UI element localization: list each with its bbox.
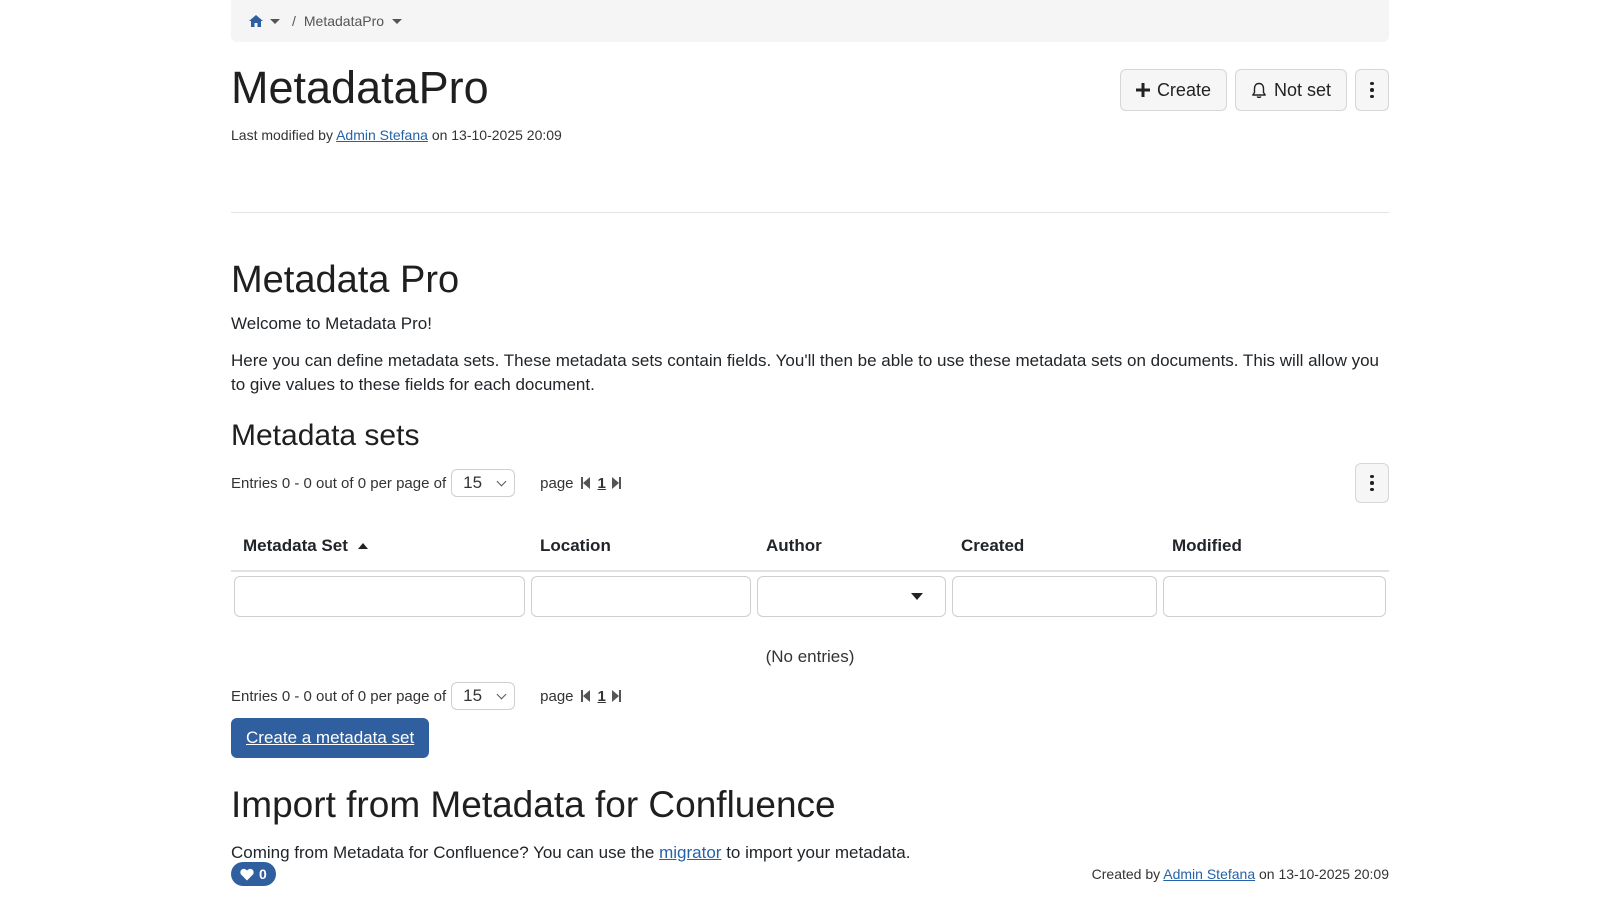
import-text-after: to import your metadata. (726, 843, 911, 862)
chevron-down-icon (270, 18, 280, 24)
entries-text: Entries 0 - 0 out of 0 per page of (231, 687, 447, 705)
breadcrumb-separator: / (292, 13, 296, 29)
column-header-modified[interactable]: Modified (1160, 536, 1389, 556)
column-header-location[interactable]: Location (528, 536, 754, 556)
created-by: Created by Admin Stefana on 13-10-2025 2… (1092, 866, 1389, 882)
column-header-author[interactable]: Author (754, 536, 949, 556)
page-number-link[interactable]: 1 (598, 688, 606, 705)
pager-bottom: Entries 0 - 0 out of 0 per page of 15 pa… (231, 679, 1389, 713)
per-page-value: 15 (463, 686, 483, 705)
caret-down-icon (911, 593, 923, 600)
filter-author-select[interactable] (757, 576, 946, 617)
watch-button[interactable]: Not set (1234, 69, 1347, 111)
more-vertical-icon (1370, 474, 1374, 492)
page-title: MetadataPro (231, 62, 489, 113)
last-modified-prefix: Last modified by (231, 127, 333, 143)
last-page-icon[interactable] (611, 477, 621, 489)
watch-button-label: Not set (1273, 79, 1331, 100)
last-page-icon[interactable] (611, 690, 621, 702)
column-header-created[interactable]: Created (949, 536, 1160, 556)
entries-text: Entries 0 - 0 out of 0 per page of (231, 474, 447, 492)
filter-modified-input[interactable] (1163, 576, 1386, 617)
chevron-down-icon (496, 689, 507, 699)
home-icon (249, 15, 263, 27)
more-actions-button[interactable] (1355, 69, 1389, 111)
pager-top: Entries 0 - 0 out of 0 per page of 15 pa… (231, 463, 1389, 503)
header-divider (231, 212, 1389, 213)
page-header: MetadataPro Last modified by Admin Stefa… (231, 42, 1389, 172)
page-label: page (540, 687, 574, 705)
create-button[interactable]: Create (1119, 69, 1227, 111)
sort-ascending-icon (357, 543, 368, 549)
last-modified-date: on 13-10-2025 20:09 (431, 127, 562, 143)
metadata-sets-heading: Metadata sets (231, 419, 420, 452)
header-actions: Create Not set (1119, 69, 1389, 111)
breadcrumb: / MetadataPro (231, 0, 1389, 42)
filter-metadata-set-input[interactable] (234, 576, 525, 617)
first-page-icon[interactable] (580, 690, 590, 702)
section-heading: Metadata Pro (231, 259, 460, 301)
heart-icon (240, 868, 254, 880)
breadcrumb-home[interactable] (249, 15, 280, 27)
column-header-label: Metadata Set (243, 536, 348, 555)
page-footer: 0 Created by Admin Stefana on 13-10-2025… (231, 862, 1389, 888)
create-metadata-set-button[interactable]: Create a metadata set (231, 718, 430, 758)
per-page-value: 15 (463, 473, 483, 492)
description-text: Here you can define metadata sets. These… (231, 351, 1379, 394)
import-text: Coming from Metadata for Confluence? You… (231, 843, 1389, 863)
more-vertical-icon (1370, 81, 1374, 99)
metadata-sets-table: Metadata Set Location Author Created Mod… (231, 522, 1389, 667)
plus-icon (1135, 83, 1150, 97)
import-text-before: Coming from Metadata for Confluence? You… (231, 843, 655, 862)
column-header-label: Modified (1172, 536, 1242, 555)
last-modified: Last modified by Admin Stefana on 13-10-… (231, 127, 562, 143)
per-page-select[interactable]: 15 (451, 682, 516, 710)
breadcrumb-current-label: MetadataPro (303, 13, 385, 29)
created-date: on 13-10-2025 20:09 (1259, 866, 1389, 882)
per-page-select[interactable]: 15 (451, 469, 516, 497)
import-heading: Import from Metadata for Confluence (231, 784, 836, 825)
migrator-link[interactable]: migrator (659, 843, 721, 862)
created-user-link[interactable]: Admin Stefana (1163, 866, 1255, 882)
table-filter-row (231, 572, 1389, 617)
page-number-link[interactable]: 1 (598, 475, 606, 492)
column-header-label: Author (766, 536, 822, 555)
empty-table-message: (No entries) (765, 647, 855, 666)
main-container: / MetadataPro MetadataPro Last modified … (231, 0, 1389, 863)
table-options-button[interactable] (1355, 463, 1389, 503)
bell-icon (1252, 82, 1266, 98)
last-modified-user-link[interactable]: Admin Stefana (336, 127, 428, 143)
column-header-metadata-set[interactable]: Metadata Set (231, 536, 528, 556)
breadcrumb-current[interactable]: MetadataPro (303, 13, 403, 29)
filter-location-input[interactable] (531, 576, 751, 617)
page-label: page (540, 474, 574, 492)
table-header-row: Metadata Set Location Author Created Mod… (231, 522, 1389, 572)
create-button-label: Create (1156, 79, 1211, 100)
first-page-icon[interactable] (580, 477, 590, 489)
chevron-down-icon (496, 476, 507, 486)
welcome-text: Welcome to Metadata Pro! (231, 314, 432, 333)
created-prefix: Created by (1091, 866, 1161, 882)
chevron-down-icon (392, 18, 403, 24)
filter-created-input[interactable] (952, 576, 1157, 617)
like-count: 0 (259, 866, 267, 882)
column-header-label: Location (540, 536, 611, 555)
like-button[interactable]: 0 (231, 862, 276, 886)
column-header-label: Created (961, 536, 1025, 555)
